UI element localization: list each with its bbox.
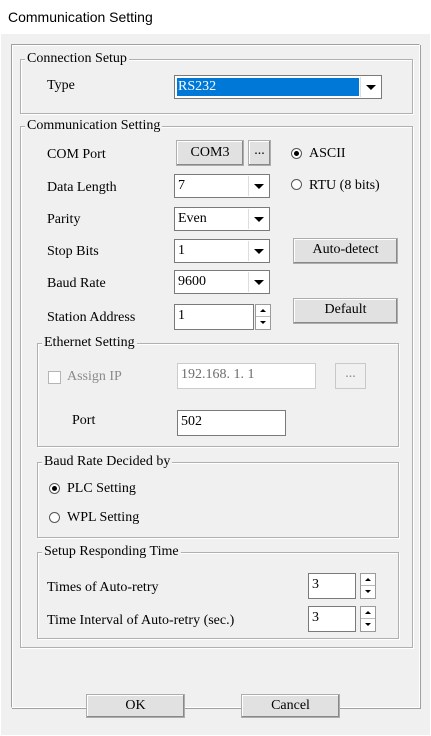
- rtu-label: RTU (8 bits): [309, 178, 380, 193]
- station-address-label: Station Address: [47, 310, 136, 325]
- stop-bits-value: 1: [178, 243, 185, 258]
- plc-setting-radio[interactable]: [49, 483, 60, 494]
- assign-ip-checkbox[interactable]: [48, 371, 61, 384]
- spin-down-icon[interactable]: [361, 586, 375, 598]
- baud-rate-value: 9600: [178, 274, 206, 289]
- stop-bits-select[interactable]: 1: [174, 239, 270, 263]
- ethernet-setting-legend: Ethernet Setting: [42, 335, 137, 351]
- stop-bits-label: Stop Bits: [47, 244, 99, 259]
- ascii-label: ASCII: [309, 146, 346, 161]
- connection-setup-legend: Connection Setup: [25, 51, 129, 67]
- ok-button[interactable]: OK: [86, 694, 185, 718]
- station-address-input[interactable]: 1: [174, 304, 254, 330]
- baud-rate-decided-legend: Baud Rate Decided by: [42, 454, 173, 470]
- type-select-value: RS232: [177, 78, 359, 96]
- spin-down-icon[interactable]: [361, 619, 375, 631]
- spin-down-icon[interactable]: [256, 317, 270, 329]
- auto-detect-button[interactable]: Auto-detect: [293, 238, 398, 264]
- window-title: Communication Setting: [0, 0, 431, 34]
- spin-up-icon[interactable]: [361, 574, 375, 586]
- retry-label: Times of Auto-retry: [47, 580, 159, 595]
- chevron-down-icon[interactable]: [248, 209, 268, 229]
- type-select[interactable]: RS232: [174, 75, 382, 99]
- port-label: Port: [72, 413, 96, 428]
- port-input[interactable]: 502: [177, 410, 286, 436]
- spin-up-icon[interactable]: [361, 607, 375, 619]
- station-address-spinner[interactable]: [255, 304, 271, 330]
- wpl-setting-radio[interactable]: [49, 512, 60, 523]
- com-port-label: COM Port: [47, 147, 106, 162]
- assign-ip-label: Assign IP: [67, 369, 122, 384]
- data-length-value: 7: [178, 178, 185, 193]
- retry-spinner[interactable]: [360, 573, 376, 599]
- communication-setting-legend: Communication Setting: [25, 118, 163, 134]
- plc-setting-label: PLC Setting: [67, 481, 136, 496]
- chevron-down-icon[interactable]: [248, 176, 268, 196]
- com-port-browse-button[interactable]: ...: [248, 140, 271, 166]
- data-length-label: Data Length: [47, 180, 117, 195]
- ascii-radio[interactable]: [291, 148, 302, 159]
- baud-rate-label: Baud Rate: [47, 276, 106, 291]
- ip-browse-button[interactable]: ...: [335, 363, 366, 389]
- chevron-down-icon[interactable]: [248, 241, 268, 261]
- type-label: Type: [47, 78, 75, 93]
- parity-value: Even: [178, 211, 207, 226]
- ip-address-input[interactable]: 192.168. 1. 1: [177, 363, 316, 389]
- data-length-select[interactable]: 7: [174, 174, 270, 198]
- responding-time-legend: Setup Responding Time: [42, 544, 181, 560]
- cancel-button[interactable]: Cancel: [241, 694, 340, 718]
- baud-rate-select[interactable]: 9600: [174, 270, 270, 294]
- com-port-button[interactable]: COM3: [176, 140, 244, 166]
- interval-label: Time Interval of Auto-retry (sec.): [47, 613, 235, 628]
- parity-select[interactable]: Even: [174, 207, 270, 231]
- interval-input[interactable]: 3: [308, 606, 356, 632]
- retry-input[interactable]: 3: [308, 573, 356, 599]
- chevron-down-icon[interactable]: [360, 77, 380, 97]
- wpl-setting-label: WPL Setting: [67, 510, 140, 525]
- chevron-down-icon[interactable]: [248, 272, 268, 292]
- default-button[interactable]: Default: [293, 298, 398, 324]
- spin-up-icon[interactable]: [256, 305, 270, 317]
- parity-label: Parity: [47, 212, 81, 227]
- interval-spinner[interactable]: [360, 606, 376, 632]
- rtu-radio[interactable]: [291, 179, 302, 190]
- dialog-client: Connection Setup Type RS232 Communicatio…: [1, 34, 430, 735]
